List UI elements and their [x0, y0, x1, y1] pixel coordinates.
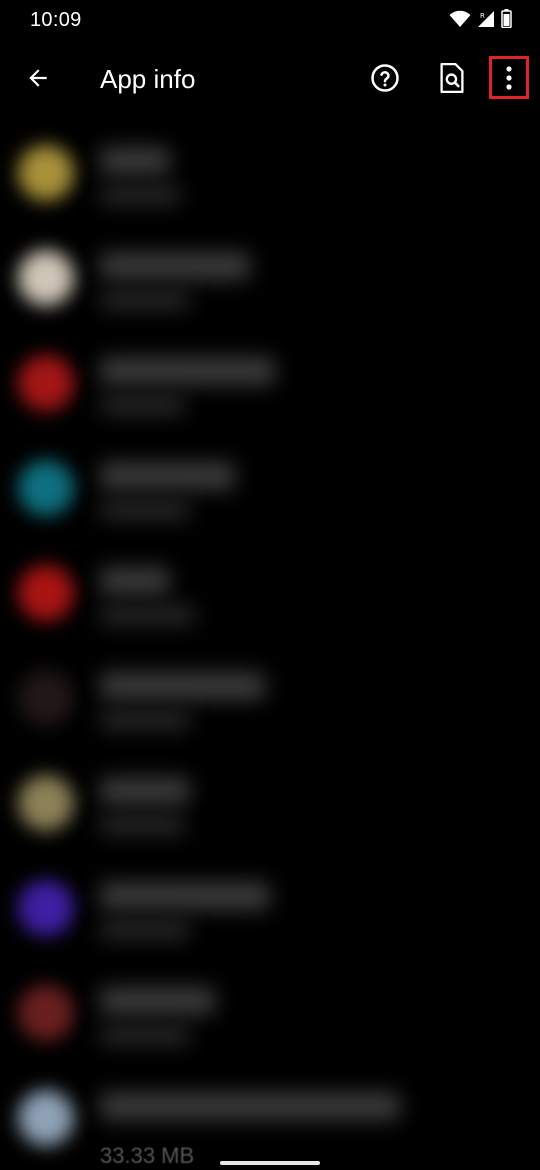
app-icon [18, 880, 74, 936]
app-icon [18, 775, 74, 831]
more-options-button[interactable] [489, 56, 529, 99]
list-item[interactable] [0, 440, 540, 540]
list-item[interactable] [0, 335, 540, 435]
help-circle-icon [371, 64, 399, 92]
app-icon [18, 145, 74, 201]
app-size-text: 33.33 MB [100, 1143, 195, 1168]
app-icon [18, 985, 74, 1041]
status-time: 10:09 [30, 9, 82, 31]
signal-icon: R [477, 10, 495, 33]
gesture-nav-handle[interactable] [220, 1161, 320, 1165]
app-icon [18, 1090, 74, 1146]
list-item[interactable] [0, 860, 540, 960]
list-item[interactable] [0, 545, 540, 645]
list-item[interactable] [0, 755, 540, 855]
back-button[interactable] [16, 56, 60, 100]
app-info-screen: 10:09 R App info 33.33 MB [0, 0, 540, 1170]
arrow-back-icon [29, 69, 47, 87]
battery-icon [501, 9, 512, 33]
status-bar: 10:09 R [0, 0, 540, 44]
list-item[interactable] [0, 125, 540, 225]
search-document-button[interactable] [432, 58, 472, 98]
svg-text:R: R [480, 12, 485, 20]
more-vert-icon [506, 65, 512, 90]
list-item[interactable] [0, 1070, 540, 1170]
app-bar: App info [0, 44, 540, 116]
help-button[interactable] [365, 58, 405, 98]
status-icons: R [449, 9, 512, 33]
app-icon [18, 460, 74, 516]
page-title: App info [100, 64, 196, 94]
app-list [0, 125, 540, 1170]
list-item[interactable] [0, 650, 540, 750]
app-icon [18, 355, 74, 411]
app-icon [18, 250, 74, 306]
wifi-icon [449, 10, 471, 33]
document-search-icon [440, 63, 464, 93]
app-icon [18, 670, 74, 726]
list-item[interactable] [0, 965, 540, 1065]
list-item[interactable] [0, 230, 540, 330]
app-icon [18, 565, 74, 621]
